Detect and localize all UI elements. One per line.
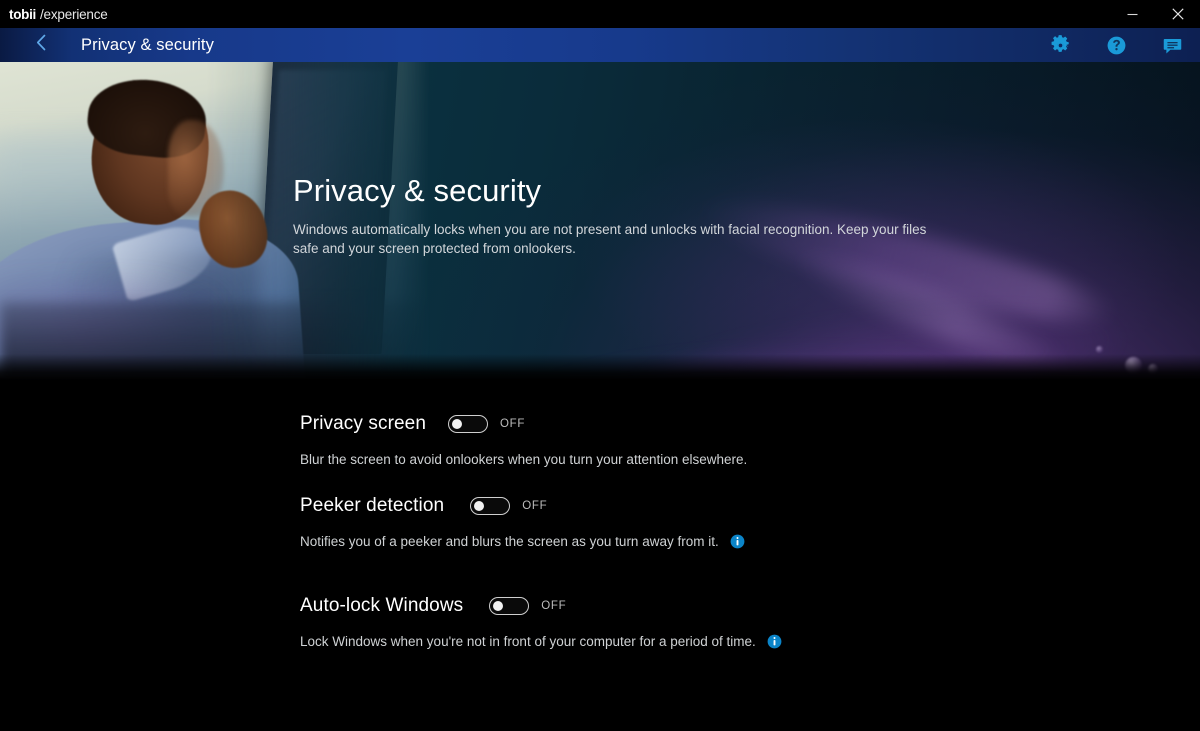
setting-label: Privacy screen <box>300 413 426 434</box>
setting-label: Peeker detection <box>300 495 445 516</box>
help-button[interactable] <box>1088 28 1144 62</box>
toggle-knob <box>452 419 462 429</box>
privacy-screen-toggle[interactable]: OFF <box>448 415 525 433</box>
window-controls <box>1110 0 1200 28</box>
setting-description-wrap: Blur the screen to avoid onlookers when … <box>300 452 747 467</box>
setting-row-auto-lock-windows: Auto-lock Windows OFF Lock Windows when … <box>300 595 782 649</box>
toggle-switch[interactable] <box>489 597 530 615</box>
setting-description: Lock Windows when you're not in front of… <box>300 634 756 649</box>
hero-title: Privacy & security <box>293 173 542 208</box>
chevron-left-icon <box>36 34 47 56</box>
hero-description: Windows automatically locks when you are… <box>293 222 927 257</box>
info-icon[interactable] <box>767 634 782 649</box>
close-button[interactable] <box>1155 0 1200 28</box>
toggle-knob <box>474 501 485 511</box>
tobii-experience-window: tobii /experience Privacy & security Pri… <box>0 0 1200 731</box>
setting-description: Notifies you of a peeker and blurs the s… <box>300 534 719 549</box>
setting-row-header: Privacy screen OFF <box>300 413 747 435</box>
hero-bubble <box>1096 346 1103 353</box>
title-bar: tobii /experience <box>0 0 1200 28</box>
hero-text-block: Privacy & security Windows automatically… <box>293 173 953 258</box>
chat-bubble-icon <box>1162 35 1183 56</box>
setting-row-peeker-detection: Peeker detection OFF Notifies you of a p… <box>300 495 745 549</box>
feedback-button[interactable] <box>1144 28 1200 62</box>
toggle-state-label: OFF <box>541 600 567 612</box>
setting-row-header: Peeker detection OFF <box>300 495 745 517</box>
minimize-button[interactable] <box>1110 0 1155 28</box>
settings-button[interactable] <box>1032 28 1088 62</box>
setting-description-wrap: Notifies you of a peeker and blurs the s… <box>300 534 745 549</box>
toggle-switch[interactable] <box>448 415 488 433</box>
brand-name: tobii <box>9 6 36 22</box>
hero-banner: Privacy & security Windows automatically… <box>0 62 1200 380</box>
hero-bottom-fade <box>0 354 1200 380</box>
setting-row-header: Auto-lock Windows OFF <box>300 595 782 617</box>
nav-bar: Privacy & security <box>0 28 1200 62</box>
back-button[interactable] <box>24 28 58 62</box>
toggle-knob <box>493 601 504 611</box>
info-icon[interactable] <box>730 534 745 549</box>
peeker-detection-toggle[interactable]: OFF <box>470 497 547 515</box>
setting-row-privacy-screen: Privacy screen OFF Blur the screen to av… <box>300 413 747 467</box>
page-title: Privacy & security <box>81 35 214 54</box>
setting-description-wrap: Lock Windows when you're not in front of… <box>300 634 782 649</box>
toggle-state-label: OFF <box>500 418 526 430</box>
app-brand: tobii /experience <box>0 7 108 22</box>
help-circle-icon <box>1106 35 1127 56</box>
brand-product: /experience <box>40 6 108 22</box>
nav-actions <box>1032 28 1200 62</box>
toggle-state-label: OFF <box>522 500 548 512</box>
setting-label: Auto-lock Windows <box>300 595 464 616</box>
gear-icon <box>1050 34 1071 56</box>
auto-lock-windows-toggle[interactable]: OFF <box>489 597 566 615</box>
toggle-switch[interactable] <box>470 497 511 515</box>
setting-description: Blur the screen to avoid onlookers when … <box>300 452 748 467</box>
